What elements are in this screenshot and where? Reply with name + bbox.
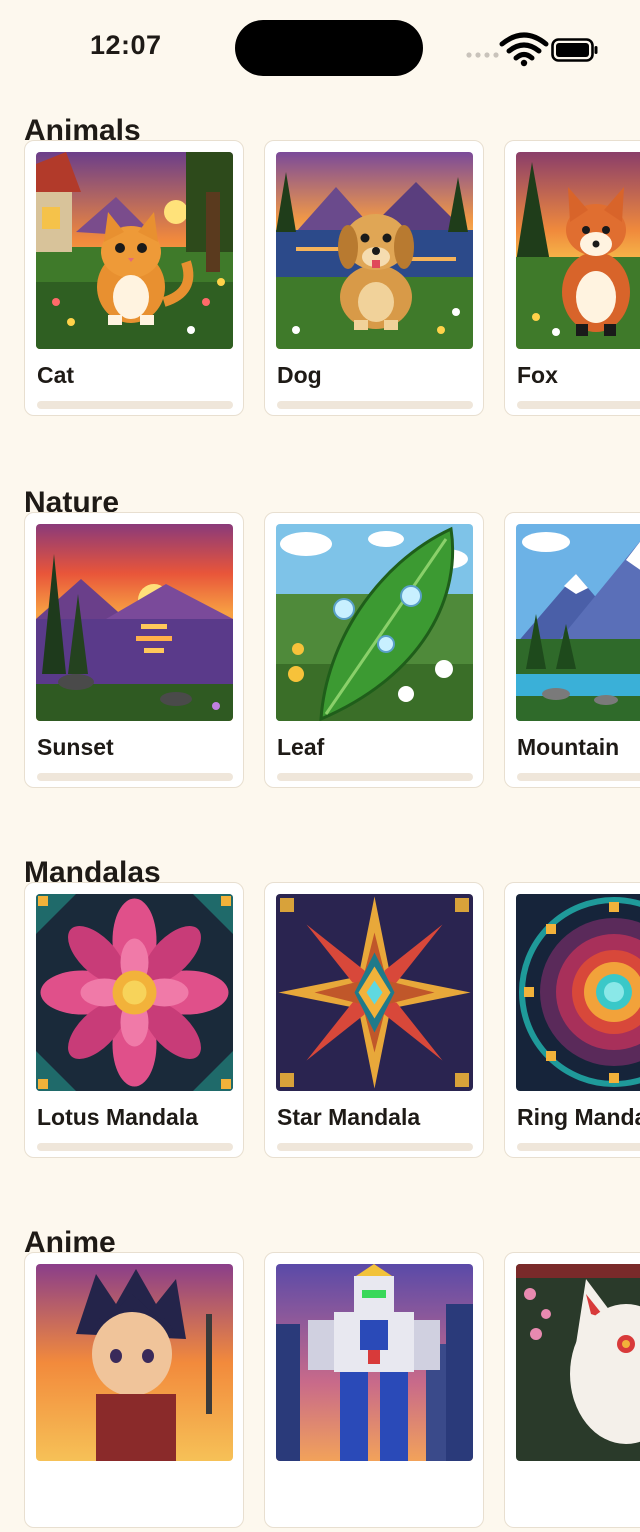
card-row[interactable] xyxy=(0,1252,640,1532)
dynamic-island xyxy=(235,20,423,76)
leaf-pixel-art-icon xyxy=(276,524,473,721)
card-sunset[interactable]: Sunset xyxy=(24,512,244,788)
lotus-mandala-pixel-art-icon xyxy=(36,894,233,1091)
star-mandala-pixel-art-icon xyxy=(276,894,473,1091)
card-row[interactable]: Cat Dog Fox xyxy=(0,140,640,420)
robot-mech-pixel-art-icon xyxy=(276,1264,473,1461)
mountain-pixel-art-icon xyxy=(516,524,640,721)
card-title: Leaf xyxy=(277,734,325,760)
cellular-signal-icon xyxy=(466,52,502,58)
card-dog[interactable]: Dog xyxy=(264,140,484,416)
card-star-mandala[interactable]: Star Mandala xyxy=(264,882,484,1158)
card-row[interactable]: Sunset Leaf Mountain xyxy=(0,512,640,792)
progress-bar xyxy=(277,401,473,409)
ring-mandala-pixel-art-icon xyxy=(516,894,640,1091)
card-kitsune-mask[interactable] xyxy=(504,1252,640,1528)
card-ring-mandala[interactable]: Ring Mandala xyxy=(504,882,640,1158)
dog-pixel-art-icon xyxy=(276,152,473,349)
progress-bar xyxy=(517,773,640,781)
card-title: Ring Mandala xyxy=(517,1104,640,1130)
progress-bar xyxy=(277,1143,473,1151)
progress-bar xyxy=(37,1143,233,1151)
card-cat[interactable]: Cat xyxy=(24,140,244,416)
progress-bar xyxy=(277,773,473,781)
card-row[interactable]: Lotus Mandala Star Mandala Ring Mand xyxy=(0,882,640,1162)
card-mountain[interactable]: Mountain xyxy=(504,512,640,788)
card-title: Lotus Mandala xyxy=(37,1104,199,1130)
status-time: 12:07 xyxy=(90,30,162,60)
kitsune-mask-pixel-art-icon xyxy=(516,1264,640,1461)
progress-bar xyxy=(37,401,233,409)
progress-bar xyxy=(517,401,640,409)
card-anime-hero[interactable] xyxy=(24,1252,244,1528)
card-title: Cat xyxy=(37,362,75,388)
card-robot-mech[interactable] xyxy=(264,1252,484,1528)
sunset-pixel-art-icon xyxy=(36,524,233,721)
card-title: Star Mandala xyxy=(277,1104,421,1130)
card-title: Mountain xyxy=(517,734,620,760)
wifi-icon xyxy=(499,32,549,68)
cat-pixel-art-icon xyxy=(36,152,233,349)
battery-icon xyxy=(551,38,599,62)
card-lotus-mandala[interactable]: Lotus Mandala xyxy=(24,882,244,1158)
fox-pixel-art-icon xyxy=(516,152,640,349)
card-leaf[interactable]: Leaf xyxy=(264,512,484,788)
progress-bar xyxy=(517,1143,640,1151)
card-title: Fox xyxy=(517,362,558,388)
anime-hero-pixel-art-icon xyxy=(36,1264,233,1461)
card-title: Dog xyxy=(277,362,322,388)
status-bar: 12:07 xyxy=(0,0,640,96)
progress-bar xyxy=(37,773,233,781)
card-fox[interactable]: Fox xyxy=(504,140,640,416)
card-title: Sunset xyxy=(37,734,114,760)
